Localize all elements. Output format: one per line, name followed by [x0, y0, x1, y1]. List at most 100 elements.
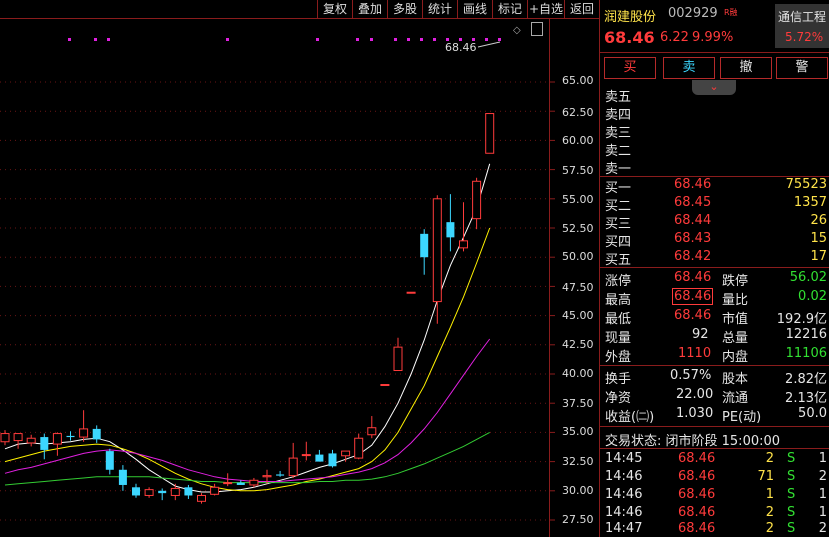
candle-body	[26, 437, 36, 444]
moving-average-line	[4, 338, 491, 482]
tick-count: 1	[818, 505, 827, 520]
tick-side: S	[787, 505, 796, 520]
y-tick-label: 42.50	[562, 338, 594, 351]
y-tick-label: 57.50	[562, 164, 594, 177]
high-value: 68.46	[672, 288, 714, 305]
y-tick-label: 32.50	[562, 455, 594, 468]
latest-price-label: 68.46	[445, 41, 477, 54]
y-tick-label: 30.00	[562, 484, 594, 497]
inner-label: 内盘	[722, 350, 749, 365]
candle-body	[341, 450, 351, 457]
toolbar-stats-button[interactable]: 统计	[422, 0, 457, 18]
candle-body	[328, 453, 337, 467]
event-marker	[226, 38, 229, 41]
toolbar-back-button[interactable]: 返回	[564, 0, 599, 18]
y-tick-label: 40.00	[562, 367, 594, 380]
y-tick-label: 47.50	[562, 281, 594, 294]
quote-panel: 润建股份 002929 R融 通信工程 5.72% 68.46 6.22 9.9…	[599, 0, 829, 537]
panel-toggle-icon[interactable]	[531, 22, 543, 36]
toolbar-watchlist-button[interactable]: +自选	[527, 0, 564, 18]
tick-time: 14:46	[605, 505, 643, 520]
sector-change: 5.72%	[785, 30, 824, 44]
candle-body	[184, 487, 193, 496]
diamond-icon[interactable]: ◇	[513, 25, 521, 36]
candle-body	[210, 486, 220, 495]
event-marker	[433, 38, 436, 41]
candle-body	[66, 435, 75, 438]
y-tick-label: 52.50	[562, 222, 594, 235]
margin-tag: R融	[724, 8, 738, 17]
sector-name: 通信工程	[778, 10, 827, 24]
candle-body	[288, 457, 298, 477]
event-marker	[68, 38, 71, 41]
tick-count: 1	[818, 487, 827, 502]
candle-body	[276, 474, 285, 476]
toolbar-draw-button[interactable]: 画线	[457, 0, 492, 18]
sell-button[interactable]: 卖	[663, 57, 715, 79]
candle-body	[223, 482, 233, 485]
event-marker	[485, 38, 488, 41]
event-marker	[94, 38, 97, 41]
candle-body	[354, 437, 364, 459]
moving-average-line	[4, 163, 491, 493]
candle-body	[459, 240, 468, 249]
y-tick-label: 45.00	[562, 309, 594, 322]
event-marker	[498, 38, 501, 41]
last-price: 68.46	[604, 28, 655, 47]
tick-side: S	[787, 469, 796, 484]
bid-volume: 75523	[785, 177, 827, 192]
eps-label: 收益(㈡)	[605, 410, 655, 425]
toolbar-fuquan-button[interactable]: 复权	[317, 0, 352, 18]
limit-up-value: 68.46	[674, 270, 712, 285]
toolbar-overlay-button[interactable]: 叠加	[352, 0, 387, 18]
vol-ratio-value: 0.02	[798, 289, 827, 304]
bid-volume: 1357	[793, 195, 827, 210]
total-vol-value: 12216	[785, 327, 827, 342]
toolbar-mark-button[interactable]: 标记	[492, 0, 527, 18]
buy-button[interactable]: 买	[604, 57, 656, 79]
event-marker	[407, 38, 410, 41]
outer-label: 外盘	[605, 350, 632, 365]
sector-box[interactable]: 通信工程 5.72%	[775, 4, 829, 48]
capital-label: 股本	[722, 372, 749, 387]
candle-body	[105, 451, 114, 470]
ask-1-label: 卖一	[605, 162, 632, 177]
mktcap-label: 市值	[722, 312, 749, 327]
stock-code: 002929	[668, 6, 718, 21]
candle-body	[13, 433, 23, 442]
candle-body	[393, 346, 403, 371]
candle-body	[92, 428, 101, 440]
kline-chart[interactable]: 复权 叠加 多股 统计 画线 标记 +自选 返回 ◇ 68.46 65.00 6…	[0, 0, 599, 537]
price-change-pct: 9.99%	[692, 30, 734, 45]
candle-body	[472, 180, 482, 220]
cur-vol-label: 现量	[605, 331, 632, 346]
turnover-value: 0.57%	[670, 368, 712, 383]
collapse-chevron-icon[interactable]: ⌄	[692, 80, 736, 95]
tick-price: 68.46	[678, 451, 716, 466]
candle-body	[249, 479, 259, 486]
candle-body	[262, 475, 272, 478]
candle-body	[406, 291, 416, 294]
tick-time: 14:47	[605, 521, 643, 536]
y-tick-label: 27.50	[562, 513, 594, 526]
cancel-order-button[interactable]: 撤	[720, 57, 772, 79]
event-marker	[316, 38, 319, 41]
bid-price: 68.42	[674, 249, 712, 264]
bid-price: 68.45	[674, 195, 712, 210]
toolbar-multi-stock-button[interactable]: 多股	[387, 0, 422, 18]
chart-canvas[interactable]	[0, 0, 599, 537]
event-marker	[394, 38, 397, 41]
vol-ratio-label: 量比	[722, 293, 749, 308]
y-tick-label: 35.00	[562, 425, 594, 438]
tick-count: 2	[818, 521, 827, 536]
y-tick-label: 65.00	[562, 74, 594, 87]
candle-body	[446, 222, 455, 238]
capital-value: 2.82亿	[785, 372, 827, 387]
candle-body	[301, 454, 311, 457]
inner-value: 11106	[785, 346, 827, 361]
event-marker	[356, 38, 359, 41]
alert-button[interactable]: 警	[776, 57, 828, 79]
tick-price: 68.46	[678, 487, 716, 502]
candle-body	[132, 487, 140, 496]
float-label: 流通	[722, 391, 749, 406]
